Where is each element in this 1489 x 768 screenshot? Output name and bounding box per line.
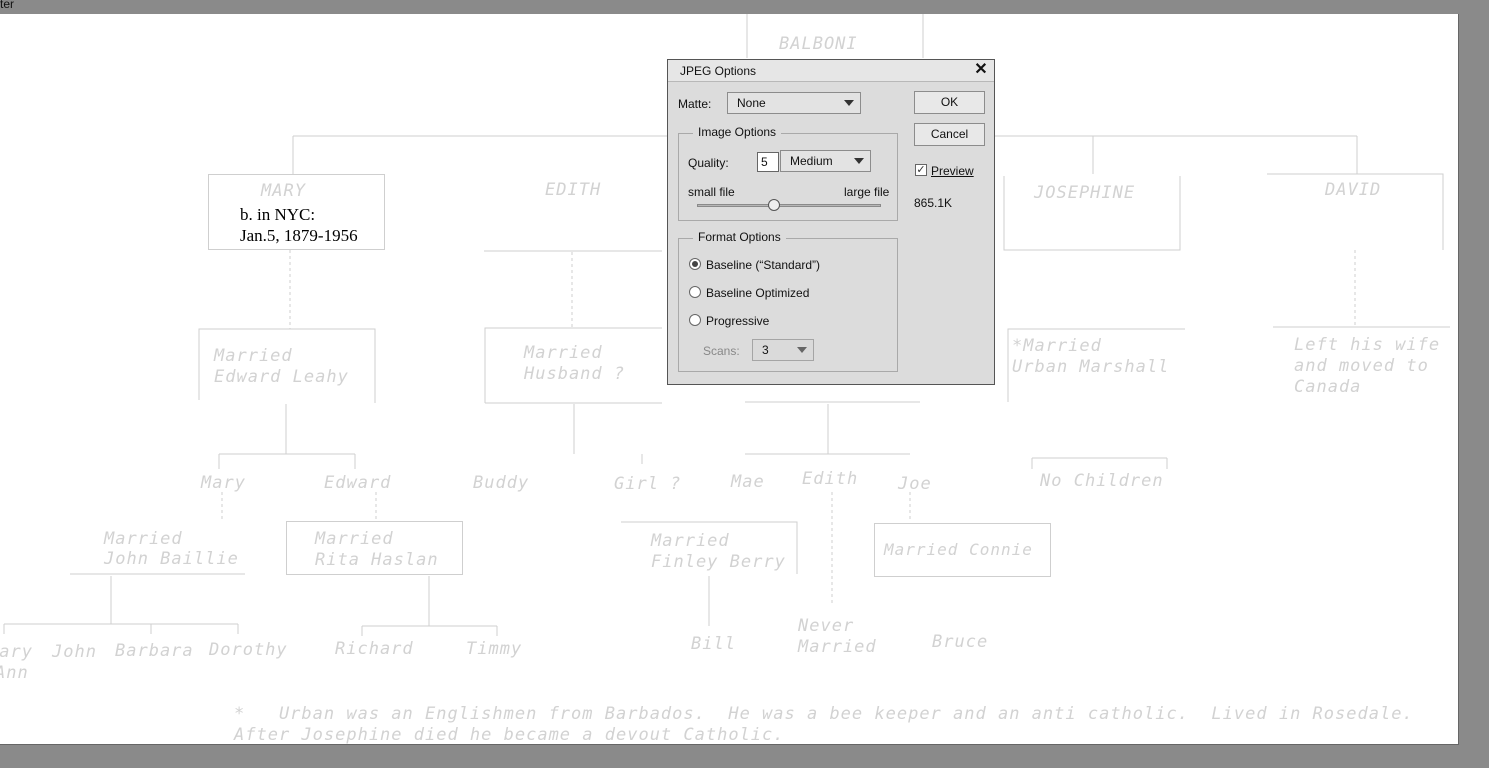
child-josephine: JOSEPHINE [1034,183,1136,203]
mary-spouse-line2: Edward Leahy [214,367,349,387]
mae-spouse-line1: Married [651,531,730,551]
quality-preset-value: Medium [790,154,833,168]
joe-spouse: Married Connie [884,540,1033,559]
edward-spouse-line1: Married [315,529,394,549]
child-david: DAVID [1325,180,1382,200]
david-note-line3: Canada [1294,377,1362,397]
large-file-label: large file [844,185,890,199]
mary-birth-note: b. in NYC: Jan.5, 1879-1956 [240,204,358,246]
edward-spouse-line2: Rita Haslan [315,550,439,570]
mary-jr-spouse-line1: Married [104,529,183,549]
mae-spouse-line2: Finley Berry [651,552,786,572]
quality-slider-thumb[interactable] [768,199,781,211]
image-options-title: Image Options [693,125,782,139]
gen3-never-line1: Never [798,616,855,636]
gen3-richard: Richard [335,639,414,659]
small-file-label: small file [688,185,735,199]
gen3-mary-ann-line1: Mary [0,642,33,662]
chevron-down-icon [797,347,807,353]
jpeg-options-dialog: JPEG Options ✕ Matte: None OK Cancel ✓ P… [667,59,995,385]
mary-birth-line2: Jan.5, 1879-1956 [240,226,358,245]
chevron-down-icon [844,100,854,106]
footnote-line2: After Josephine died he became a devout … [234,725,785,745]
baseline-standard-label[interactable]: Baseline (“Standard”) [706,258,820,272]
preview-checkbox[interactable]: ✓ [915,164,927,176]
gen2-girl: Girl ? [614,474,682,494]
format-options-title: Format Options [693,230,786,244]
radio-progressive[interactable] [689,314,701,326]
matte-label: Matte: [678,97,712,111]
gen2-edward: Edward [324,473,392,493]
dialog-title: JPEG Options [680,64,757,78]
josephine-spouse-line1: *Married [1012,336,1102,356]
gen3-john: John [52,642,97,662]
gen2-no-children: No Children [1040,471,1164,491]
gen2-mae: Mae [731,472,765,492]
quality-preset-dropdown[interactable]: Medium [780,150,871,172]
footnote-line1: * Urban was an Englishmen from Barbados.… [234,704,1414,724]
file-size-readout: 865.1K [914,196,953,210]
scans-label: Scans: [703,344,740,358]
scans-value: 3 [762,343,769,357]
mary-jr-spouse-line2: John Baillie [104,549,239,569]
format-options-group: Format Options Baseline (“Standard”) Bas… [678,230,898,372]
gen2-edith: Edith [802,469,859,489]
josephine-spouse-line2: Urban Marshall [1012,357,1170,377]
gen3-never-line2: Married [798,637,877,657]
ok-button[interactable]: OK [914,91,985,114]
gen3-barbara: Barbara [115,641,194,661]
close-icon[interactable]: ✕ [973,61,989,79]
david-note-line1: Left his wife [1294,335,1441,355]
quality-slider[interactable] [697,199,881,211]
radio-baseline-optimized[interactable] [689,286,701,298]
quality-label: Quality: [688,156,729,170]
gen3-bruce: Bruce [932,632,989,652]
child-mary: MARY [261,181,306,201]
family-name-balboni: BALBONI [779,34,858,54]
gen2-mary: Mary [201,473,246,493]
quality-input[interactable]: 5 [757,152,779,172]
mary-spouse-line1: Married [214,346,293,366]
matte-dropdown[interactable]: None [727,92,861,114]
preview-label-text: Preview [931,164,974,178]
dialog-titlebar[interactable]: JPEG Options ✕ [668,60,994,82]
image-options-group: Image Options Quality: 5 Medium small fi… [678,125,898,221]
child-edith: EDITH [545,180,602,200]
radio-baseline-standard[interactable] [689,258,701,270]
gen3-mary-ann-line2: Ann [0,663,29,683]
chevron-down-icon [854,158,864,164]
preview-label[interactable]: Preview [931,164,974,178]
baseline-optimized-label[interactable]: Baseline Optimized [706,286,809,300]
gen3-dorothy: Dorothy [209,640,288,660]
edith-spouse-line1: Married [524,343,603,363]
gen3-bill: Bill [691,634,736,654]
gen2-joe: Joe [898,474,932,494]
matte-value: None [737,96,766,110]
edith-spouse-line2: Husband ? [524,364,626,384]
david-note-line2: and moved to [1294,356,1429,376]
gen3-timmy: Timmy [466,639,523,659]
gen2-buddy: Buddy [473,473,530,493]
scans-dropdown[interactable]: 3 [752,339,814,361]
cancel-button[interactable]: Cancel [914,123,985,146]
mary-birth-line1: b. in NYC: [240,205,316,224]
progressive-label[interactable]: Progressive [706,314,769,328]
window-title: ter [0,0,15,11]
